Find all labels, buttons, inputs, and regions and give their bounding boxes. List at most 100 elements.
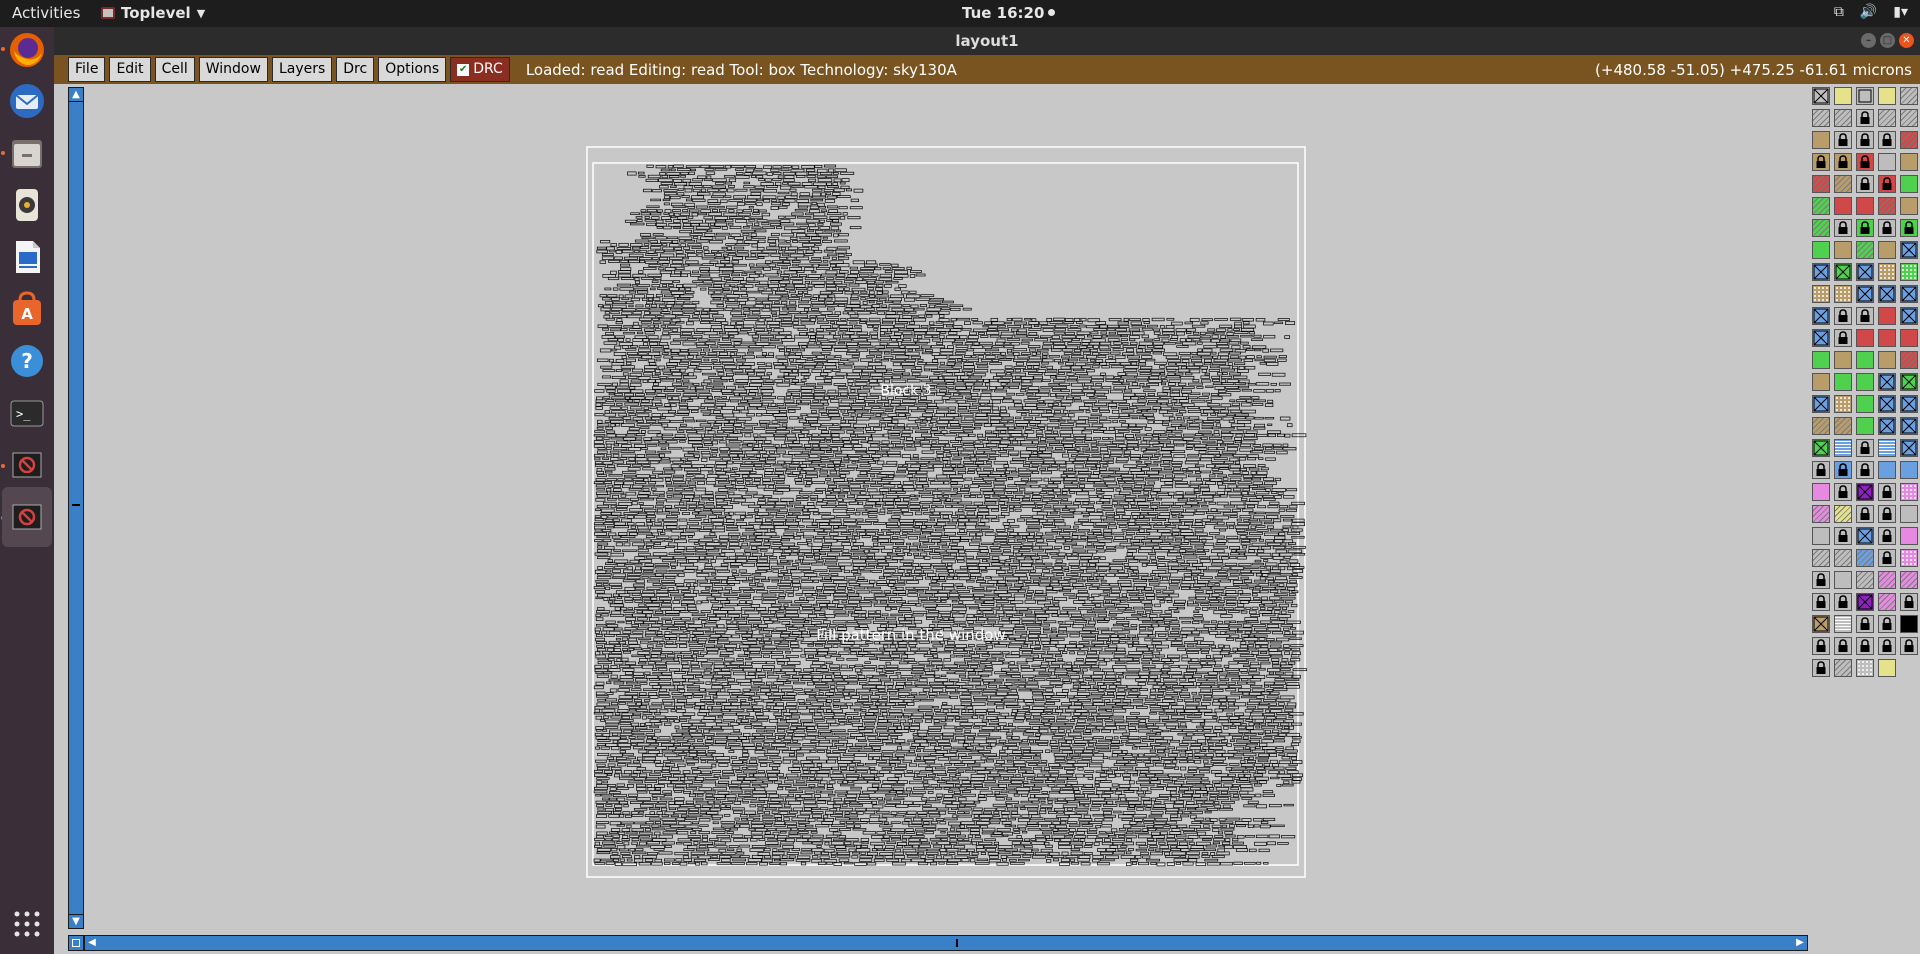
layer-swatch[interactable] bbox=[1834, 659, 1852, 677]
layer-swatch[interactable] bbox=[1900, 263, 1918, 281]
scroll-right-button[interactable]: ▶ bbox=[1793, 936, 1807, 950]
show-apps-button[interactable] bbox=[6, 903, 48, 945]
layer-swatch[interactable] bbox=[1834, 417, 1852, 435]
vertical-scrollbar[interactable]: ▲ ▼ bbox=[68, 87, 84, 929]
layer-swatch[interactable] bbox=[1878, 417, 1896, 435]
cell-menu[interactable]: Cell bbox=[154, 57, 195, 82]
layer-swatch[interactable] bbox=[1834, 329, 1852, 347]
layer-swatch[interactable] bbox=[1900, 417, 1918, 435]
layer-swatch[interactable] bbox=[1834, 87, 1852, 105]
layer-swatch[interactable] bbox=[1900, 461, 1918, 479]
scroll-position-marker[interactable] bbox=[72, 504, 80, 506]
layout-canvas[interactable]: Block 3 Fill pattern in the window bbox=[86, 87, 1808, 933]
layer-swatch[interactable] bbox=[1856, 109, 1874, 127]
layer-swatch[interactable] bbox=[1900, 505, 1918, 523]
layer-swatch[interactable] bbox=[1812, 241, 1830, 259]
minimize-button[interactable]: – bbox=[1861, 33, 1876, 48]
layer-swatch[interactable] bbox=[1856, 351, 1874, 369]
layer-swatch[interactable] bbox=[1856, 329, 1874, 347]
layer-swatch[interactable] bbox=[1812, 373, 1830, 391]
layer-swatch[interactable] bbox=[1878, 109, 1896, 127]
layer-swatch[interactable] bbox=[1900, 593, 1918, 611]
layer-swatch[interactable] bbox=[1834, 527, 1852, 545]
help-launcher[interactable]: ? bbox=[6, 340, 48, 382]
scroll-position-marker[interactable] bbox=[956, 939, 958, 947]
layer-swatch[interactable] bbox=[1834, 131, 1852, 149]
layers-menu[interactable]: Layers bbox=[271, 57, 333, 82]
magic-launcher-1[interactable] bbox=[6, 444, 48, 486]
maximize-button[interactable]: □ bbox=[1880, 33, 1895, 48]
layout-view[interactable]: Block 3 Fill pattern in the window bbox=[86, 87, 1808, 933]
layer-swatch[interactable] bbox=[1834, 263, 1852, 281]
magic-launcher-2[interactable] bbox=[2, 487, 52, 547]
layer-swatch[interactable] bbox=[1900, 241, 1918, 259]
layer-swatch[interactable] bbox=[1812, 395, 1830, 413]
layer-swatch[interactable] bbox=[1812, 637, 1830, 655]
layer-swatch[interactable] bbox=[1878, 329, 1896, 347]
layer-swatch[interactable] bbox=[1878, 593, 1896, 611]
layer-swatch[interactable] bbox=[1812, 263, 1830, 281]
rhythmbox-launcher[interactable] bbox=[6, 184, 48, 226]
layer-swatch[interactable] bbox=[1878, 637, 1896, 655]
layer-swatch[interactable] bbox=[1856, 373, 1874, 391]
writer-launcher[interactable] bbox=[6, 236, 48, 278]
layer-swatch[interactable] bbox=[1812, 131, 1830, 149]
options-menu[interactable]: Options bbox=[378, 57, 447, 82]
layer-swatch[interactable] bbox=[1856, 197, 1874, 215]
layer-swatch[interactable] bbox=[1856, 153, 1874, 171]
layer-swatch[interactable] bbox=[1878, 131, 1896, 149]
layer-swatch[interactable] bbox=[1856, 263, 1874, 281]
layer-swatch[interactable] bbox=[1812, 329, 1830, 347]
layer-swatch[interactable] bbox=[1812, 87, 1830, 105]
layer-swatch[interactable] bbox=[1878, 549, 1896, 567]
layer-swatch[interactable] bbox=[1812, 439, 1830, 457]
layer-swatch[interactable] bbox=[1834, 175, 1852, 193]
layer-swatch[interactable] bbox=[1812, 571, 1830, 589]
layer-swatch[interactable] bbox=[1856, 307, 1874, 325]
layer-swatch[interactable] bbox=[1878, 87, 1896, 105]
layer-swatch[interactable] bbox=[1812, 549, 1830, 567]
layer-swatch[interactable] bbox=[1812, 219, 1830, 237]
layer-swatch[interactable] bbox=[1878, 153, 1896, 171]
layer-swatch[interactable] bbox=[1856, 175, 1874, 193]
file-menu[interactable]: File bbox=[68, 57, 106, 82]
edit-menu[interactable]: Edit bbox=[109, 57, 151, 82]
activities-button[interactable]: Activities bbox=[12, 4, 80, 22]
layer-swatch[interactable] bbox=[1900, 285, 1918, 303]
layer-swatch[interactable] bbox=[1834, 307, 1852, 325]
layer-swatch[interactable] bbox=[1812, 351, 1830, 369]
layer-swatch[interactable] bbox=[1812, 307, 1830, 325]
system-tray[interactable]: ⧉ 🔊 ▮▾ bbox=[1834, 4, 1908, 20]
layer-swatch[interactable] bbox=[1812, 417, 1830, 435]
layer-swatch[interactable] bbox=[1856, 637, 1874, 655]
layer-swatch[interactable] bbox=[1812, 483, 1830, 501]
layer-swatch[interactable] bbox=[1878, 219, 1896, 237]
layer-swatch[interactable] bbox=[1900, 175, 1918, 193]
layer-swatch[interactable] bbox=[1878, 373, 1896, 391]
layer-swatch[interactable] bbox=[1878, 571, 1896, 589]
window-title-bar[interactable]: layout1 – □ ✕ bbox=[54, 27, 1920, 55]
layer-swatch[interactable] bbox=[1834, 637, 1852, 655]
layer-swatch[interactable] bbox=[1856, 241, 1874, 259]
layer-swatch[interactable] bbox=[1812, 505, 1830, 523]
layer-swatch[interactable] bbox=[1878, 197, 1896, 215]
layer-swatch[interactable] bbox=[1878, 175, 1896, 193]
layer-swatch[interactable] bbox=[1900, 571, 1918, 589]
layer-swatch[interactable] bbox=[1834, 461, 1852, 479]
layer-swatch[interactable] bbox=[1900, 351, 1918, 369]
layer-swatch[interactable] bbox=[1878, 615, 1896, 633]
window-menu[interactable]: Window bbox=[198, 57, 268, 82]
layer-swatch[interactable] bbox=[1900, 131, 1918, 149]
layer-swatch[interactable] bbox=[1834, 593, 1852, 611]
scroll-left-button[interactable]: ◀ bbox=[85, 936, 99, 950]
layer-swatch[interactable] bbox=[1900, 395, 1918, 413]
layer-swatch[interactable] bbox=[1878, 461, 1896, 479]
drc-menu[interactable]: Drc bbox=[336, 57, 375, 82]
layer-swatch[interactable] bbox=[1834, 615, 1852, 633]
layer-swatch[interactable] bbox=[1900, 373, 1918, 391]
layer-swatch[interactable] bbox=[1812, 461, 1830, 479]
layer-swatch[interactable] bbox=[1856, 131, 1874, 149]
drc-toggle[interactable]: ✔ DRC bbox=[450, 57, 510, 82]
layer-swatch[interactable] bbox=[1812, 153, 1830, 171]
layer-swatch[interactable] bbox=[1812, 593, 1830, 611]
